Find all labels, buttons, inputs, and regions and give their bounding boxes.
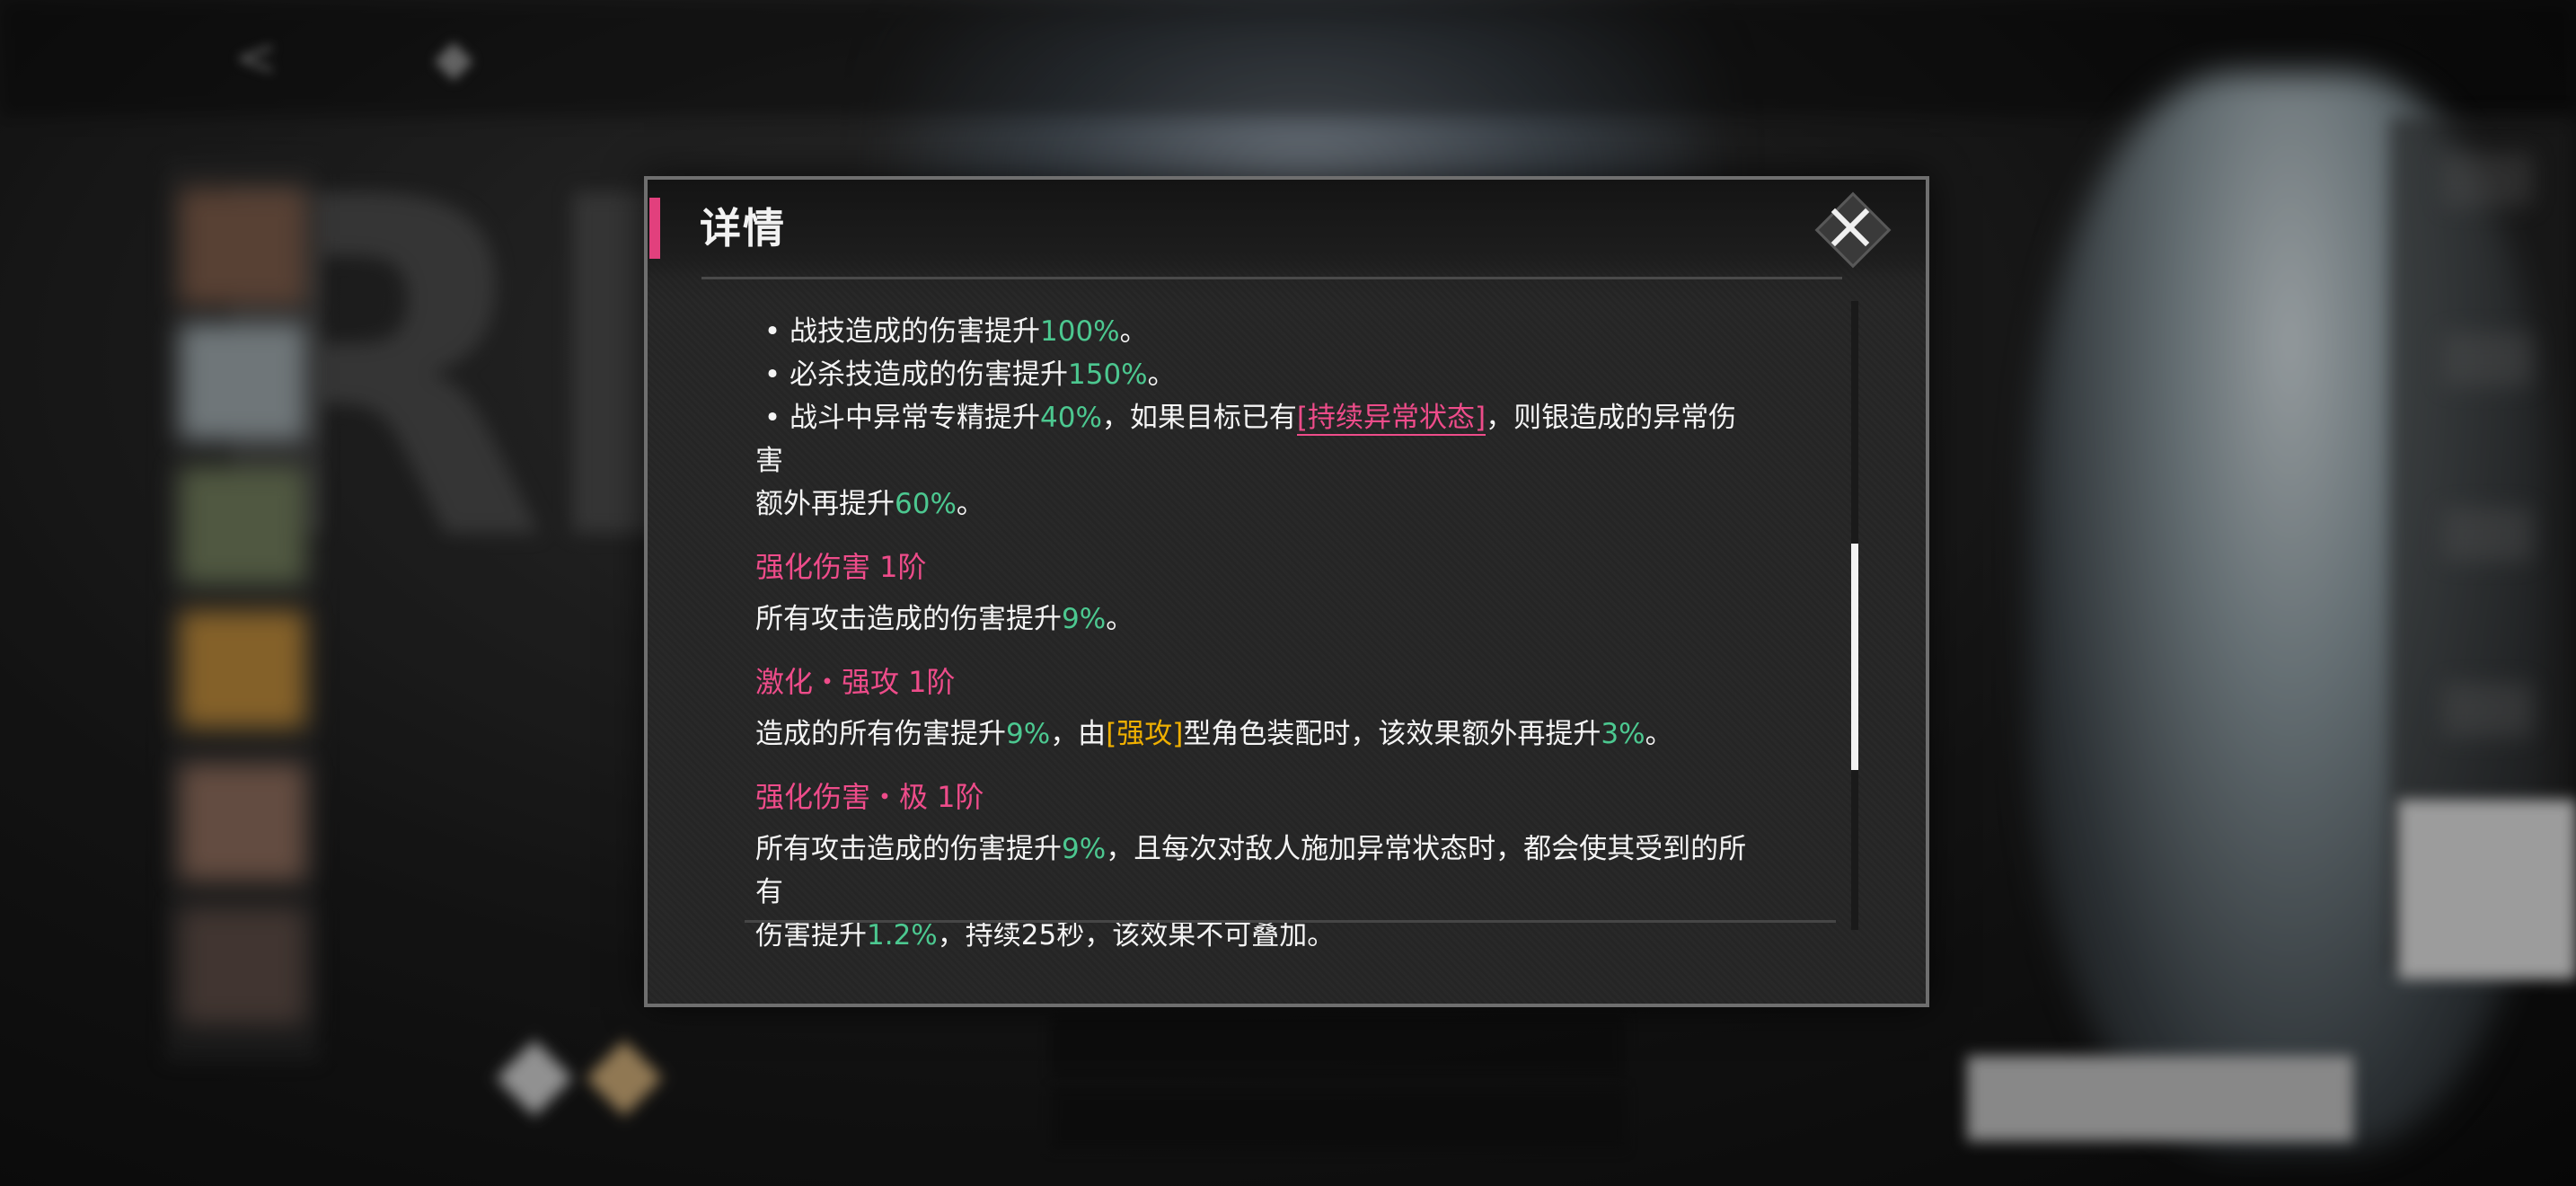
effect-bullet: • 必杀技造成的伤害提升150%。 (755, 353, 1752, 396)
value-highlight: 150% (1068, 358, 1148, 391)
upgrade-title: 强化伤害・极 1阶 (755, 780, 984, 814)
text-run: 伤害提升 (755, 919, 867, 951)
effect-bullet: • 战斗中异常专精提升40%，如果目标已有[持续异常状态]，则银造成的异常伤害 (755, 396, 1752, 482)
text-run: ，由 (1050, 718, 1107, 750)
dialog-title: 详情 (700, 204, 786, 252)
value-highlight: 9% (1006, 718, 1051, 750)
text-run: 战技造成的伤害提升 (790, 315, 1040, 348)
upgrade-description: 所有攻击造成的伤害提升9%。 (755, 597, 1752, 641)
text-run: ，如果目标已有 (1101, 402, 1297, 434)
value-highlight: 9% (1062, 833, 1107, 865)
value-highlight: 9% (1062, 603, 1107, 635)
scrollbar-thumb[interactable] (1851, 544, 1858, 770)
keyword-tag: [强攻] (1106, 718, 1184, 750)
text-run: 造成的所有伤害提升 (755, 718, 1006, 750)
title-accent-bar (649, 198, 660, 259)
value-highlight: 60% (895, 488, 957, 520)
dialog-header: 详情 (648, 180, 1926, 280)
text-run: 所有攻击造成的伤害提升 (755, 603, 1062, 635)
value-highlight: 1.2% (867, 919, 938, 951)
text-run: 所有攻击造成的伤害提升 (755, 833, 1062, 865)
text-run: ，持续25秒，该效果不可叠加。 (937, 919, 1336, 951)
value-highlight: 100% (1040, 315, 1120, 348)
upgrade-title: 激化・强攻 1阶 (755, 665, 956, 699)
text-run: 型角色装配时，该效果额外再提升 (1183, 718, 1601, 750)
value-highlight: 40% (1040, 402, 1102, 434)
bullet-dot: • (763, 358, 781, 391)
detail-dialog: 详情 • 战技造成的伤害提升100%。 • 必杀技造成的伤害提升150%。 • 战斗中异常… (644, 176, 1929, 1007)
upgrade-section-list: 强化伤害 1阶 所有攻击造成的伤害提升9%。 激化・强攻 1阶 造成的所有伤害提升9%… (755, 545, 1752, 957)
close-button[interactable] (1806, 191, 1892, 269)
bullet-dot: • (763, 402, 781, 434)
close-x-icon (1831, 208, 1870, 247)
effect-bullet: 额外再提升60%。 (755, 482, 1752, 526)
upgrade-description: 造成的所有伤害提升9%，由[强攻]型角色装配时，该效果额外再提升3%。 (755, 712, 1752, 756)
detail-content: • 战技造成的伤害提升100%。 • 必杀技造成的伤害提升150%。 • 战斗中异常专精提… (755, 310, 1752, 957)
game-screen: < ◆ RES 详情 •战技造成的伤害提升100 (0, 0, 2576, 1186)
bullet-dot: • (763, 315, 781, 348)
text-run: 必杀技造成的伤害提升 (790, 358, 1068, 391)
text-run: 。 (1147, 358, 1176, 391)
text-run: 。 (1645, 718, 1673, 750)
text-run: 。 (1119, 315, 1148, 348)
header-divider (701, 277, 1842, 279)
text-run: 。 (1106, 603, 1134, 635)
effect-bullet: • 战技造成的伤害提升100%。 (755, 310, 1752, 353)
keyword-link[interactable]: [持续异常状态] (1296, 402, 1486, 436)
text-run: 额外再提升 (755, 488, 895, 520)
text-run: 战斗中异常专精提升 (790, 402, 1040, 434)
content-scrollbar[interactable] (1851, 301, 1858, 930)
value-highlight: 3% (1601, 718, 1645, 750)
content-bottom-divider (745, 920, 1836, 923)
upgrade-description: 所有攻击造成的伤害提升9%，且每次对敌人施加异常状态时，都会使其受到的所有 (755, 828, 1752, 914)
upgrade-title: 强化伤害 1阶 (755, 550, 927, 584)
text-run: 。 (956, 488, 984, 520)
effect-bullet-list: • 战技造成的伤害提升100%。 • 必杀技造成的伤害提升150%。 • 战斗中异常专精提… (755, 310, 1752, 526)
